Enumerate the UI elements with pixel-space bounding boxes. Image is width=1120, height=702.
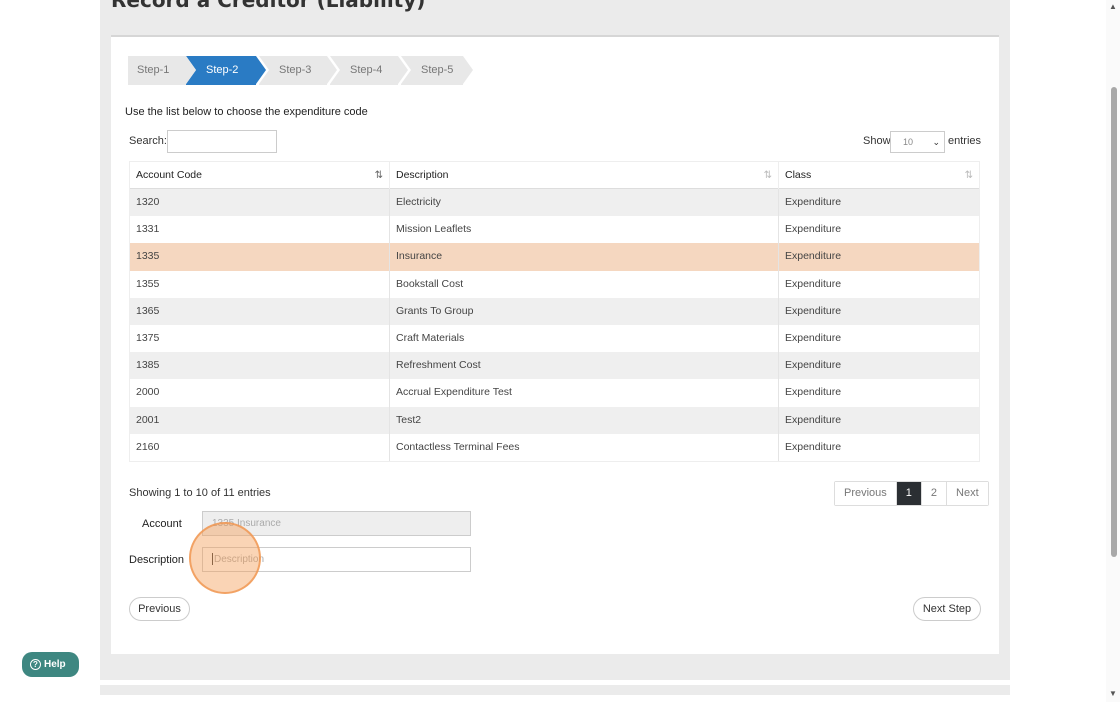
column-header-description[interactable]: Description ⇅ (390, 162, 779, 189)
search-label: Search: (129, 135, 167, 147)
page-size-value: 10 (903, 137, 914, 147)
table-row[interactable]: 2160 Contactless Terminal Fees Expenditure (130, 433, 979, 461)
pagination: Previous 1 2 Next (834, 481, 989, 506)
description-label: Description (129, 554, 185, 566)
next-step-button[interactable]: Next Step (913, 597, 981, 621)
page-footer-strip (100, 685, 1010, 695)
step-3[interactable]: Step-3 (259, 56, 337, 85)
description-cell: Bookstall Cost (390, 270, 779, 298)
table-row[interactable]: 1331 Mission Leaflets Expenditure (130, 216, 979, 244)
table-row[interactable]: 2001 Test2 Expenditure (130, 406, 979, 434)
help-label: Help (44, 659, 66, 670)
column-header-account-code[interactable]: Account Code ⇅ (130, 162, 390, 189)
step-4[interactable]: Step-4 (330, 56, 408, 85)
class-cell: Expenditure (785, 331, 842, 344)
accounts-table: Account Code ⇅ Description ⇅ Class ⇅ 132… (129, 161, 980, 462)
page-title: Record a Creditor (Liability) (111, 0, 426, 12)
table-row[interactable]: 1365 Grants To Group Expenditure (130, 297, 979, 325)
pagination-next[interactable]: Next (947, 482, 988, 505)
table-row[interactable]: 1320 Electricity Expenditure (130, 189, 979, 217)
account-code-cell: 1365 (130, 297, 390, 325)
description-cell: Insurance (390, 243, 779, 271)
description-cell: Mission Leaflets (390, 216, 779, 244)
table-row[interactable]: 1335 Insurance Expenditure (130, 243, 979, 271)
table-body: 1320 Electricity Expenditure 1331 Mission Le… (130, 189, 979, 461)
sort-ascending-icon: ⇅ (374, 170, 383, 181)
description-cell: Test2 (390, 406, 779, 434)
table-info: Showing 1 to 10 of 11 entries (129, 487, 271, 499)
table-row[interactable]: 1355 Bookstall Cost Expenditure (130, 270, 979, 298)
pagination-page-2[interactable]: 2 (921, 482, 948, 505)
step-2[interactable]: Step-2 (186, 56, 266, 85)
table-row[interactable]: 1385 Refreshment Cost Expenditure (130, 352, 979, 380)
instruction-text: Use the list below to choose the expendi… (125, 106, 368, 118)
pagination-previous[interactable]: Previous (835, 482, 897, 505)
account-code-cell: 2001 (130, 406, 390, 434)
account-code-cell: 1385 (130, 352, 390, 380)
table-row[interactable]: 2000 Accrual Expenditure Test Expenditure (130, 379, 979, 407)
class-cell: Expenditure (785, 440, 842, 453)
account-code-cell: 1335 (130, 243, 390, 271)
step-5[interactable]: Step-5 (401, 56, 473, 85)
class-cell: Expenditure (785, 223, 842, 236)
class-cell: Expenditure (785, 277, 842, 290)
help-button[interactable]: ? Help (22, 652, 79, 677)
class-cell: Expenditure (785, 413, 842, 426)
account-code-cell: 1355 (130, 270, 390, 298)
step-1[interactable]: Step-1 (128, 56, 196, 85)
account-code-cell: 1331 (130, 216, 390, 244)
pagination-page-1[interactable]: 1 (896, 482, 922, 505)
column-header-class[interactable]: Class ⇅ (779, 162, 979, 189)
entries-label: entries (948, 135, 982, 147)
account-code-cell: 2000 (130, 379, 390, 407)
table-row[interactable]: 1375 Craft Materials Expenditure (130, 324, 979, 353)
chevron-down-icon: ⌄ (932, 137, 940, 147)
account-code-cell: 1375 (130, 324, 390, 353)
class-cell: Expenditure (785, 359, 842, 372)
column-label: Class (785, 169, 812, 181)
click-indicator (189, 522, 261, 594)
column-label: Account Code (136, 169, 202, 181)
account-code-cell: 1320 (130, 189, 390, 217)
description-cell: Grants To Group (390, 297, 779, 325)
class-cell: Expenditure (785, 386, 842, 399)
sort-icon: ⇅ (964, 170, 973, 181)
description-cell: Refreshment Cost (390, 352, 779, 380)
question-icon: ? (30, 658, 41, 670)
description-cell: Accrual Expenditure Test (390, 379, 779, 407)
table-header: Account Code ⇅ Description ⇅ Class ⇅ (130, 162, 979, 189)
show-label: Show (863, 135, 891, 147)
sort-icon: ⇅ (763, 170, 772, 181)
description-cell: Contactless Terminal Fees (390, 433, 779, 461)
page-size-select[interactable]: 10 ⌄ (890, 131, 945, 153)
description-cell: Craft Materials (390, 324, 779, 353)
previous-button[interactable]: Previous (129, 597, 190, 621)
account-label: Account (142, 518, 182, 530)
scroll-down-icon[interactable]: ▼ (1109, 689, 1117, 698)
class-cell: Expenditure (785, 304, 842, 317)
scrollbar-thumb[interactable] (1111, 87, 1117, 557)
class-cell: Expenditure (785, 250, 842, 263)
account-code-cell: 2160 (130, 433, 390, 461)
search-input[interactable] (167, 130, 277, 153)
column-label: Description (396, 169, 449, 181)
class-cell: Expenditure (785, 196, 842, 208)
description-cell: Electricity (390, 189, 779, 217)
scroll-up-icon[interactable]: ▲ (1109, 2, 1117, 11)
